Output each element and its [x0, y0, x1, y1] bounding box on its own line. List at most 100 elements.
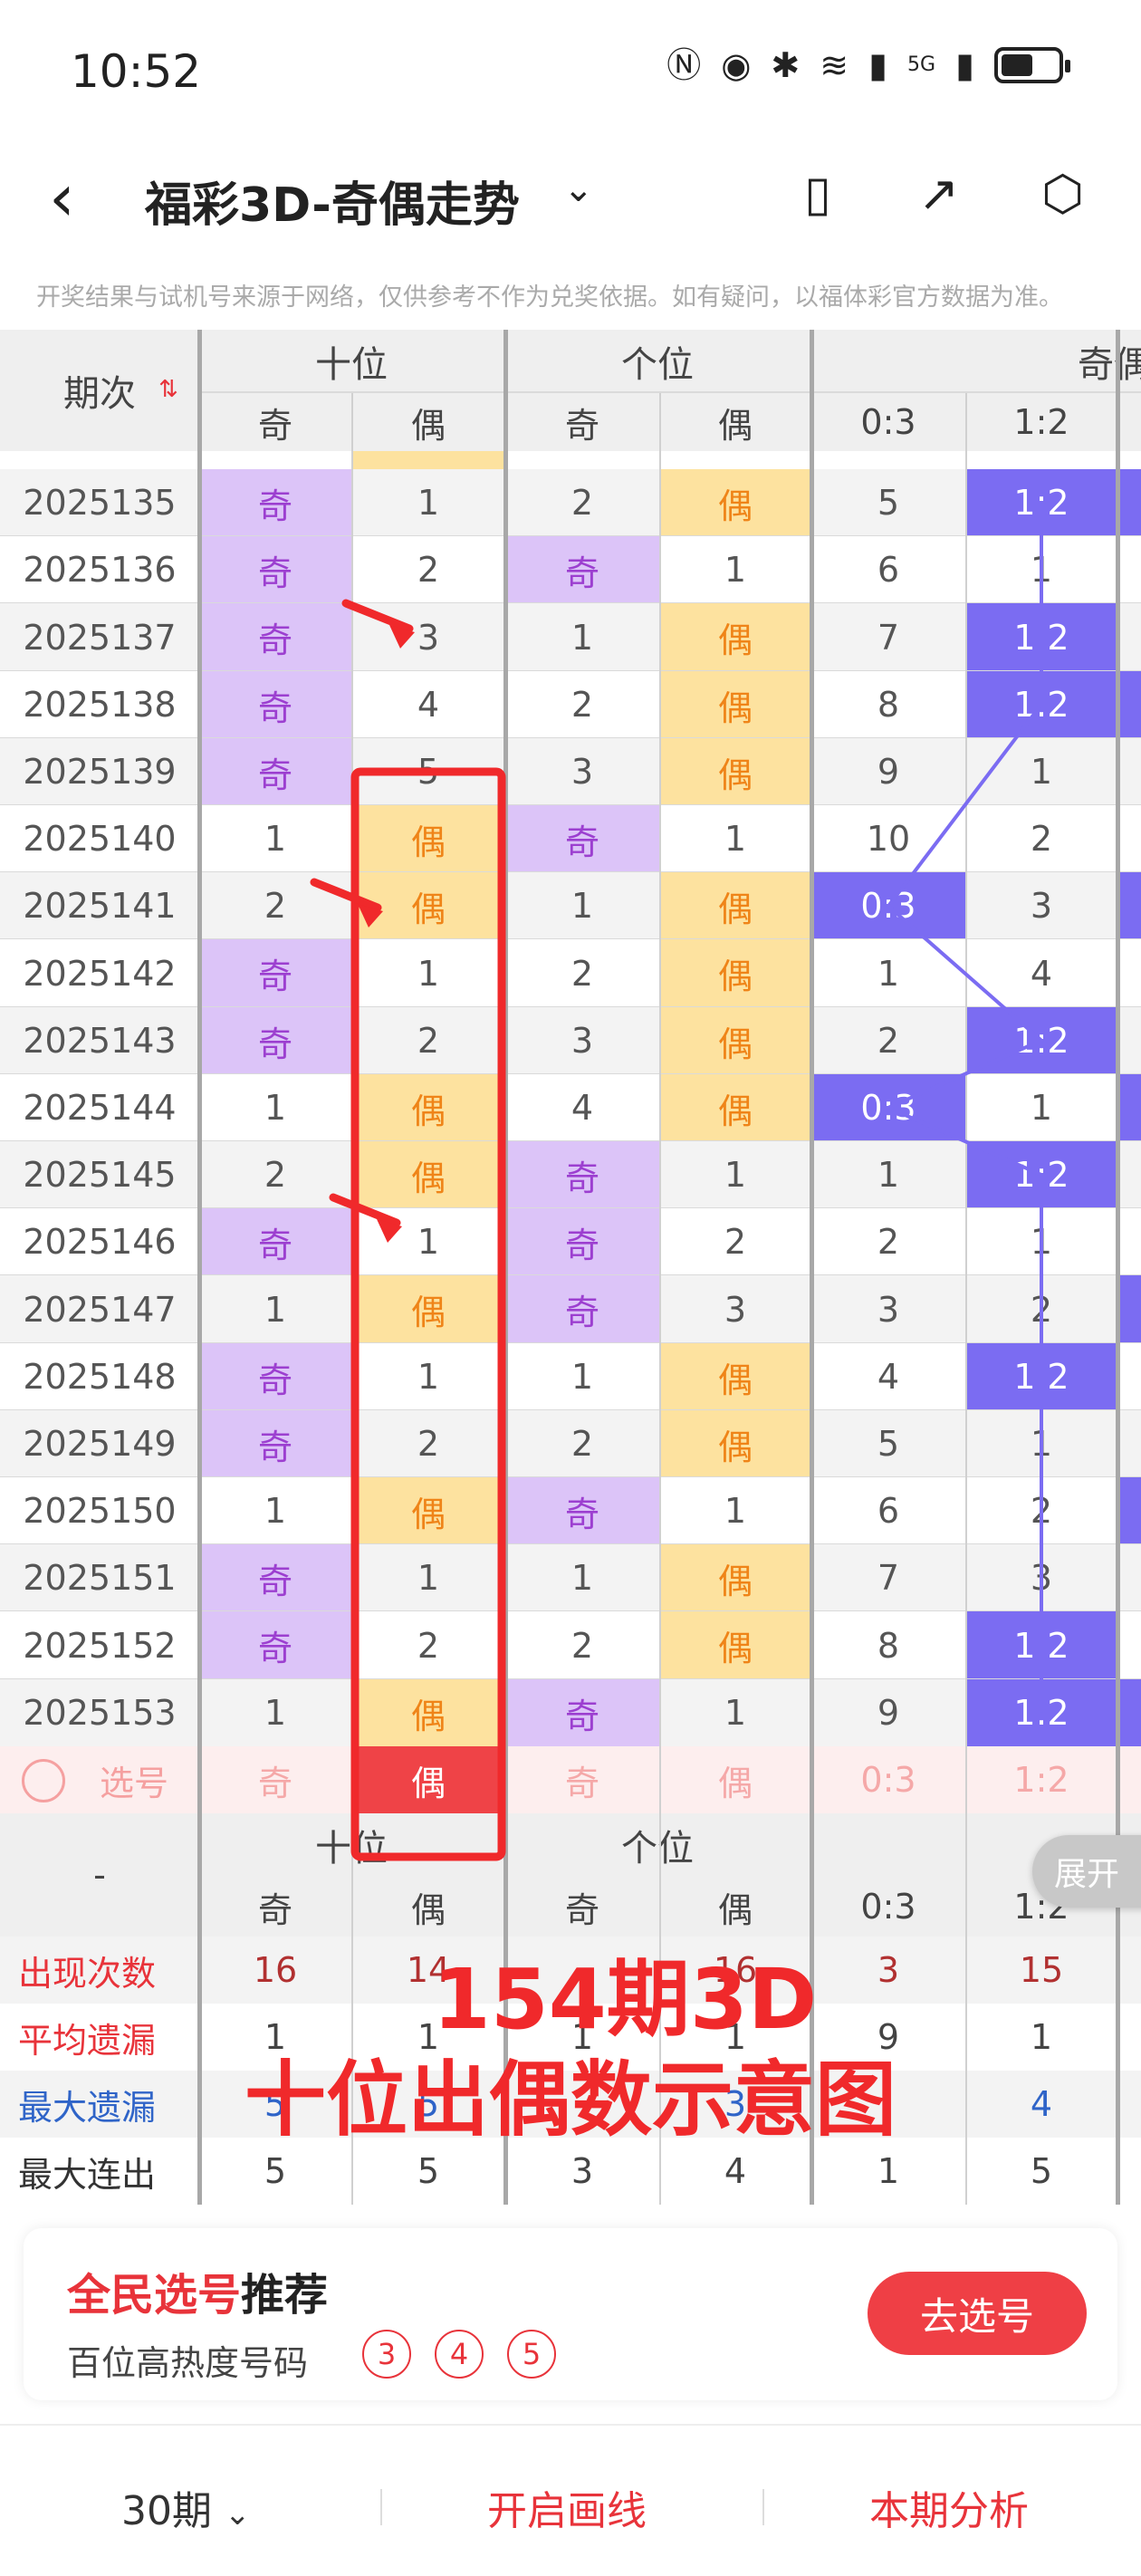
- trend-cell: 1: [965, 1074, 1117, 1141]
- trend-cell: 2: [965, 1275, 1117, 1343]
- trend-cell: 5: [811, 1410, 965, 1477]
- trend-cell: 4: [351, 671, 505, 738]
- odd-marker-cell: 奇: [505, 1141, 659, 1208]
- recommend-card: 全民选号推荐 百位高热度号码 3 4 5 去选号: [24, 2228, 1117, 2400]
- trend-cell: 1: [199, 805, 351, 872]
- next-column-cell: [1117, 2138, 1141, 2205]
- select-cell[interactable]: 奇: [199, 1746, 351, 1813]
- even-marker-cell: 偶: [659, 1074, 811, 1141]
- ratio-marker-cell: 1:2: [965, 1141, 1117, 1208]
- stats-sub-odd: 奇: [564, 1889, 599, 1930]
- trend-cell: 2: [505, 939, 659, 1007]
- next-column-cell: [1117, 939, 1141, 1007]
- sub-header-ratio-1-2: 1:2: [1013, 402, 1069, 442]
- stats-label: 出现次数: [0, 1937, 199, 2004]
- trend-cell: 4: [811, 1343, 965, 1410]
- next-column-cell: [1117, 1343, 1141, 1410]
- next-column-cell: [1117, 1141, 1141, 1208]
- sub-header-even: 偶: [410, 405, 446, 446]
- even-marker-cell: 偶: [659, 738, 811, 805]
- grid-line: [810, 330, 814, 2205]
- page-title[interactable]: 福彩3D-奇偶走势: [145, 167, 520, 235]
- trend-cell: 2: [811, 1208, 965, 1275]
- trend-cell: 1: [659, 805, 811, 872]
- even-marker-cell: 偶: [351, 872, 505, 939]
- trend-cell: 2: [965, 1477, 1117, 1544]
- overlay-text-1: 154期3D: [432, 1950, 818, 2048]
- grid-line: [1116, 330, 1120, 2205]
- odd-marker-cell: 奇: [199, 1208, 351, 1275]
- trend-cell: 2: [351, 1007, 505, 1074]
- stats-sub-ratio: 0:3: [860, 1887, 916, 1927]
- battery-icon: [994, 47, 1070, 83]
- stats-sub-odd: 奇: [257, 1889, 292, 1930]
- expand-button[interactable]: 展开: [1032, 1835, 1141, 1908]
- trend-cell: 7: [811, 603, 965, 671]
- trend-cell: 1: [199, 1275, 351, 1343]
- even-marker-cell: 偶: [351, 1679, 505, 1746]
- trend-cell: 9: [811, 1679, 965, 1746]
- select-cell[interactable]: 偶: [351, 1746, 505, 1813]
- group-units-header: 个位: [621, 344, 694, 386]
- chevron-down-icon: ⌄: [225, 2496, 251, 2533]
- stats-value: 5: [965, 2138, 1117, 2205]
- even-marker-cell: 偶: [659, 872, 811, 939]
- period-cell: 2025140: [0, 805, 199, 872]
- eye-icon: ◉: [721, 45, 752, 85]
- trend-cell: 5: [351, 738, 505, 805]
- trend-cell: 1: [351, 939, 505, 1007]
- trend-cell: 1: [811, 939, 965, 1007]
- go-select-button[interactable]: 去选号: [868, 2272, 1087, 2355]
- analysis-button[interactable]: 本期分析: [869, 2478, 1029, 2536]
- period-label: 30期: [121, 2488, 212, 2534]
- disclaimer-notice: 开奖结果与试机号来源于网络，仅供参考不作为兑奖依据。如有疑问，以福体彩官方数据为…: [36, 284, 1063, 312]
- recommend-title-red: 全民选号: [67, 2270, 242, 2321]
- select-circle-icon[interactable]: [22, 1759, 65, 1802]
- share-icon[interactable]: ↗: [918, 165, 959, 222]
- grid-line: [199, 391, 1141, 393]
- period-cell: 2025142: [0, 939, 199, 1007]
- sub-header-odd: 奇: [564, 405, 599, 446]
- chevron-down-icon[interactable]: ⌄: [563, 168, 594, 210]
- trend-cell: 2: [659, 1208, 811, 1275]
- ratio-marker-cell: 1:2: [965, 469, 1117, 536]
- trend-cell: 2: [199, 1141, 351, 1208]
- period-cell: 2025138: [0, 671, 199, 738]
- even-marker-cell: 偶: [351, 1477, 505, 1544]
- trend-cell: 1: [505, 603, 659, 671]
- trend-cell: 4: [505, 1074, 659, 1141]
- even-marker-cell: 偶: [659, 671, 811, 738]
- stats-sub-even: 偶: [410, 1889, 446, 1930]
- status-bar: 10:52 Ⓝ ◉ ✱ ≋ ▮ 5G ▮: [0, 0, 1141, 145]
- select-cell[interactable]: 偶: [659, 1746, 811, 1813]
- odd-marker-cell: 奇: [199, 1410, 351, 1477]
- trend-cell: 6: [811, 536, 965, 603]
- divider: [762, 2489, 764, 2525]
- odd-marker-cell: 奇: [505, 536, 659, 603]
- overlay-text-2: 十位出偶数示意图: [244, 2052, 896, 2148]
- trend-cell: 1: [351, 469, 505, 536]
- trend-cell: 2: [351, 536, 505, 603]
- period-selector[interactable]: 30期 ⌄: [121, 2478, 251, 2536]
- odd-marker-cell: 奇: [199, 738, 351, 805]
- trend-cell: 3: [965, 1544, 1117, 1611]
- period-cell: 2025147: [0, 1275, 199, 1343]
- period-cell: 2025146: [0, 1208, 199, 1275]
- signal-icon: ▮: [868, 45, 888, 85]
- select-cell[interactable]: 0:3: [811, 1746, 965, 1813]
- back-arrow-icon[interactable]: ‹: [49, 165, 75, 230]
- draw-line-button[interactable]: 开启画线: [487, 2478, 647, 2536]
- trend-cell: 1: [351, 1343, 505, 1410]
- sort-icon: ⇅: [158, 376, 178, 403]
- trend-cell: 1: [965, 1410, 1117, 1477]
- next-column-cell: [1117, 738, 1141, 805]
- select-cell[interactable]: 1:2: [965, 1746, 1117, 1813]
- even-marker-cell: 偶: [659, 1410, 811, 1477]
- hot-number-ball: 3: [362, 2330, 411, 2379]
- phone-rotate-icon[interactable]: ▯: [804, 165, 831, 222]
- select-cell[interactable]: 奇: [505, 1746, 659, 1813]
- settings-hexagon-icon[interactable]: ⬡: [1041, 165, 1084, 222]
- next-column-cell: [1117, 1679, 1141, 1746]
- trend-cell: 3: [351, 603, 505, 671]
- nfc-icon: Ⓝ: [666, 45, 702, 85]
